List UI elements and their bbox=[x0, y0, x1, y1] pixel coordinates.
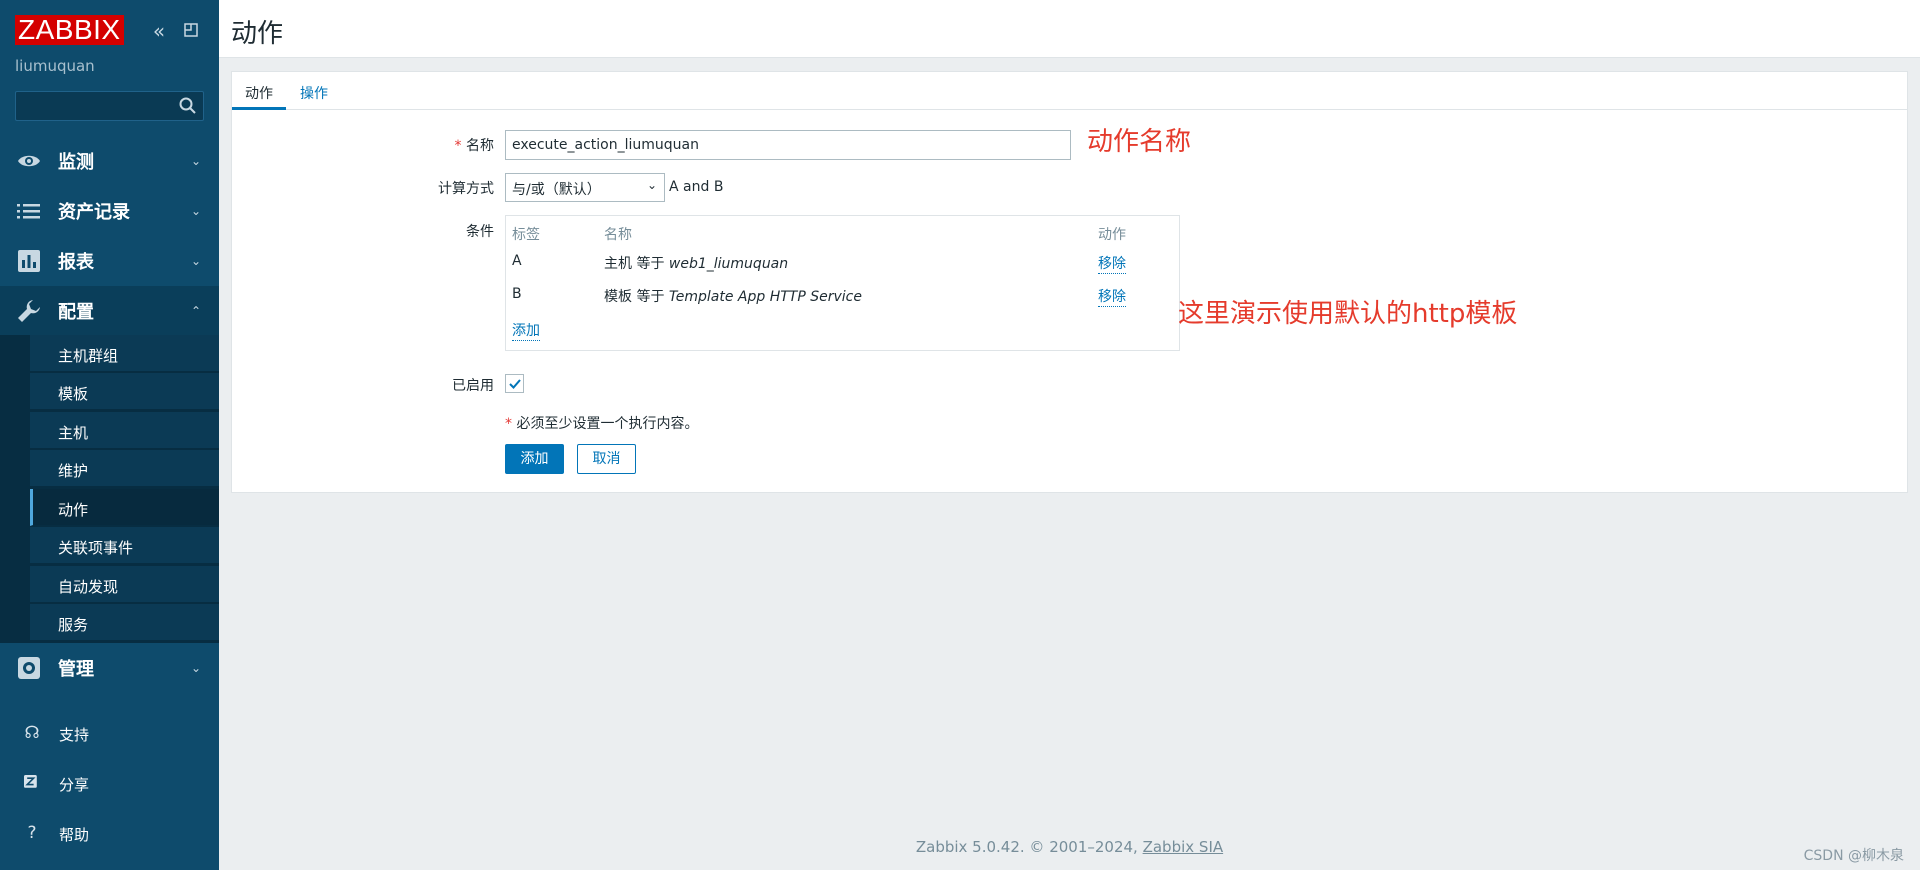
menu-monitoring[interactable]: 监测 ⌄ bbox=[0, 136, 219, 186]
submenu-host-groups[interactable]: 主机群组 bbox=[30, 335, 219, 372]
calc-formula: A and B bbox=[669, 179, 724, 195]
menu-configuration[interactable]: 配置 ⌃ bbox=[0, 286, 219, 336]
zabbix-logo[interactable]: ZABBIX bbox=[15, 15, 124, 45]
search-box bbox=[15, 91, 204, 121]
menu-help[interactable]: ? 帮助 bbox=[0, 813, 219, 853]
checkmark-icon bbox=[509, 379, 521, 389]
annotation-name: 动作名称 bbox=[1087, 127, 1192, 157]
tab-action[interactable]: 动作 bbox=[232, 72, 286, 110]
annotation-template: 这里演示使用默认的http模板 bbox=[1178, 299, 1518, 329]
chevron-down-icon: ⌄ bbox=[190, 204, 201, 218]
chevron-down-icon: ⌄ bbox=[646, 178, 657, 192]
chevron-down-icon: ⌄ bbox=[190, 254, 201, 268]
enabled-checkbox[interactable] bbox=[505, 374, 524, 393]
footer: Zabbix 5.0.42. © 2001–2024, Zabbix SIA bbox=[915, 838, 1224, 856]
add-button[interactable]: 添加 bbox=[505, 444, 564, 474]
search-icon[interactable] bbox=[178, 96, 198, 116]
enabled-label: 已启用 bbox=[452, 378, 494, 394]
submenu-hosts[interactable]: 主机 bbox=[30, 412, 219, 449]
share-icon bbox=[24, 775, 37, 788]
menu-inventory[interactable]: 资产记录 ⌄ bbox=[0, 186, 219, 236]
required-note: * 必须至少设置一个执行内容。 bbox=[505, 416, 699, 432]
calc-label: 计算方式 bbox=[438, 181, 494, 197]
menu-share[interactable]: 分享 bbox=[0, 763, 219, 803]
submenu-actions[interactable]: 动作 bbox=[30, 489, 219, 526]
condition-tag: B bbox=[512, 286, 522, 302]
remove-condition-link[interactable]: 移除 bbox=[1098, 253, 1126, 274]
list-icon bbox=[17, 204, 40, 219]
menu-label: 资产记录 bbox=[58, 202, 130, 223]
gear-icon bbox=[18, 657, 40, 679]
conditions-label: 条件 bbox=[466, 224, 494, 240]
menu-label: 监测 bbox=[58, 152, 94, 173]
menu-label: 配置 bbox=[58, 302, 94, 323]
conditions-table: 标签 名称 动作 A 主机 等于 web1_liumuquan 移除 B 模板 … bbox=[505, 215, 1180, 351]
col-action: 动作 bbox=[1098, 227, 1126, 243]
calc-method-select[interactable]: 与/或（默认） ⌄ bbox=[505, 173, 665, 202]
headset-icon: ☊ bbox=[24, 723, 40, 743]
menu-label: 报表 bbox=[58, 252, 94, 273]
name-input[interactable] bbox=[505, 130, 1071, 160]
submenu-services[interactable]: 服务 bbox=[30, 604, 219, 641]
menu-support[interactable]: ☊ 支持 bbox=[0, 713, 219, 753]
col-name: 名称 bbox=[604, 227, 632, 243]
collapse-sidebar-icon[interactable]: « bbox=[148, 20, 170, 42]
chevron-up-icon: ⌃ bbox=[190, 304, 201, 318]
page-header: 动作 bbox=[219, 0, 1920, 58]
kiosk-mode-icon[interactable] bbox=[180, 20, 202, 42]
remove-condition-link[interactable]: 移除 bbox=[1098, 286, 1126, 307]
cancel-button[interactable]: 取消 bbox=[577, 444, 636, 474]
config-submenu: 主机群组 模板 主机 维护 动作 关联项事件 自动发现 服务 bbox=[0, 335, 219, 643]
condition-tag: A bbox=[512, 253, 522, 269]
page-title: 动作 bbox=[231, 19, 284, 49]
watermark: CSDN @柳木泉 bbox=[1803, 848, 1904, 864]
submenu-templates[interactable]: 模板 bbox=[30, 373, 219, 410]
bar-chart-icon bbox=[18, 250, 40, 272]
condition-name: 主机 等于 web1_liumuquan bbox=[604, 256, 789, 272]
add-condition-link[interactable]: 添加 bbox=[512, 320, 540, 341]
search-input[interactable] bbox=[16, 92, 166, 120]
menu-administration[interactable]: 管理 ⌄ bbox=[0, 643, 219, 693]
submenu-event-correlation[interactable]: 关联项事件 bbox=[30, 527, 219, 564]
help-icon: ? bbox=[27, 823, 37, 843]
condition-name: 模板 等于 Template App HTTP Service bbox=[604, 289, 862, 305]
tab-operations[interactable]: 操作 bbox=[287, 72, 341, 110]
zabbix-sia-link[interactable]: Zabbix SIA bbox=[1143, 838, 1224, 856]
logo[interactable]: ZABBIX bbox=[15, 14, 124, 46]
col-tag: 标签 bbox=[512, 227, 540, 243]
menu-label: 管理 bbox=[58, 659, 94, 680]
username: liumuquan bbox=[15, 57, 95, 75]
action-form: 动作 操作 * 名称 计算方式 与/或（默认） ⌄ A and B 条件 标签 … bbox=[231, 71, 1908, 493]
submenu-discovery[interactable]: 自动发现 bbox=[30, 566, 219, 603]
tab-bar: 动作 操作 bbox=[232, 72, 1907, 110]
wrench-icon bbox=[18, 300, 40, 322]
sidebar: ZABBIX « liumuquan 监测 ⌄ 资产记录 ⌄ 报表 ⌄ 配置 ⌃… bbox=[0, 0, 219, 870]
chevron-down-icon: ⌄ bbox=[190, 661, 201, 675]
submenu-maintenance[interactable]: 维护 bbox=[30, 450, 219, 487]
chevron-down-icon: ⌄ bbox=[190, 154, 201, 168]
menu-reports[interactable]: 报表 ⌄ bbox=[0, 236, 219, 286]
name-label: * 名称 bbox=[454, 138, 494, 154]
eye-icon bbox=[18, 155, 40, 167]
